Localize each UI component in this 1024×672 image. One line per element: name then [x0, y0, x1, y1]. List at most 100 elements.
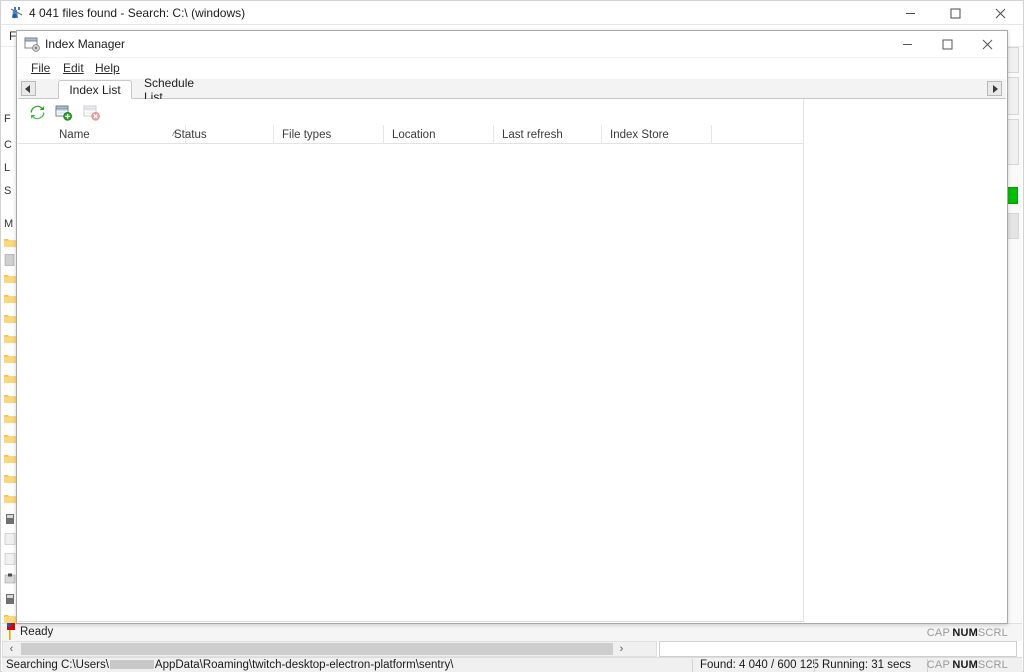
column-header-status[interactable]: Status [166, 125, 274, 144]
tab-schedule-list[interactable]: Schedule List [134, 76, 222, 104]
dialog-menu-help-label: Help [95, 61, 120, 75]
column-header-location[interactable]: Location [384, 125, 494, 144]
dialog-window-controls [887, 31, 1007, 58]
folder-icon [4, 313, 16, 325]
column-header-filler[interactable] [712, 125, 804, 144]
dialog-menu-file[interactable]: File [31, 61, 50, 75]
refresh-icon [30, 105, 44, 119]
column-fragment-s: S [4, 185, 12, 197]
redacted-username [109, 660, 154, 669]
application-root: 4 041 files found - Search: C:\ (windows… [0, 0, 1024, 672]
tab-index-list[interactable]: Index List [58, 80, 132, 99]
horizontal-scrollbar[interactable]: ‹ › [2, 641, 657, 657]
dialog-close-button[interactable] [967, 31, 1007, 58]
column-header-last-refresh-label: Last refresh [502, 128, 563, 141]
status-num-indicator: NUM [952, 627, 978, 639]
folder-icon [4, 433, 16, 445]
column-header-status-label: Status [174, 128, 207, 141]
maximize-icon [942, 39, 952, 50]
column-header-file-types[interactable]: File types [274, 125, 384, 144]
minimize-button[interactable] [888, 1, 933, 25]
tab-index-list-label: Index List [69, 82, 121, 97]
searching-path-prefix: Searching C:\Users\ [6, 659, 109, 671]
dialog-menu-edit[interactable]: Edit [63, 61, 84, 75]
background-status-line: Ready CAP NUM SCRL [2, 623, 1022, 641]
folder-icon [4, 373, 16, 385]
delete-index-button[interactable] [80, 101, 102, 123]
bottom-num-indicator: NUM [952, 659, 978, 671]
dialog-menu-file-label: File [31, 61, 51, 75]
close-icon [995, 8, 1006, 18]
minimize-icon [906, 12, 915, 14]
folder-icon [4, 393, 16, 405]
found-count-label: Found: 4 040 / 600 125 [700, 659, 819, 671]
blank-document-icon [4, 553, 16, 565]
add-index-icon [55, 105, 72, 121]
chevron-right-icon [993, 84, 998, 93]
folder-icon [4, 413, 16, 425]
column-header-last-refresh[interactable]: Last refresh [494, 125, 602, 144]
archive-icon [4, 573, 16, 585]
searching-path-label: Searching C:\Users\ AppData\Roaming\twitc… [6, 659, 453, 671]
scroll-left-arrow-icon[interactable]: ‹ [3, 642, 20, 656]
index-manager-dialog: Index Manager File Edit Help Index List … [16, 30, 1008, 624]
application-icon [4, 513, 16, 525]
close-button[interactable] [978, 1, 1023, 25]
scrollbar-thumb[interactable] [21, 643, 613, 655]
document-icon [4, 254, 16, 266]
refresh-index-button[interactable] [26, 101, 48, 123]
scroll-right-arrow-icon[interactable]: › [613, 642, 630, 656]
folder-icon [4, 293, 16, 305]
maximize-icon [950, 8, 961, 18]
dialog-maximize-button[interactable] [927, 31, 967, 58]
dialog-menu-edit-label: Edit [63, 61, 84, 75]
minimize-icon [902, 44, 912, 45]
index-manager-icon [24, 36, 40, 52]
folder-icon [4, 273, 16, 285]
background-window-title: 4 041 files found - Search: C:\ (windows… [29, 6, 246, 20]
folder-icon [4, 453, 16, 465]
column-header-name-label: Name [59, 128, 90, 141]
folder-icon [4, 473, 16, 485]
background-window-titlebar[interactable]: 4 041 files found - Search: C:\ (windows… [1, 1, 1023, 25]
status-scrl-indicator: SCRL [977, 627, 1008, 639]
dialog-minimize-button[interactable] [887, 31, 927, 58]
dialog-title: Index Manager [45, 37, 126, 51]
tab-scroll-left-button[interactable] [21, 81, 36, 96]
delete-index-icon [83, 105, 100, 121]
column-fragment-l: L [4, 162, 11, 174]
dialog-titlebar[interactable]: Index Manager [17, 31, 1007, 58]
background-window-controls [888, 1, 1023, 25]
status-text-field[interactable] [659, 641, 1017, 657]
dialog-tabstrip: Index List Schedule List [18, 76, 1006, 104]
dialog-menu-help[interactable]: Help [95, 61, 120, 75]
blank-document-icon [4, 533, 16, 545]
chevron-left-icon [25, 84, 30, 93]
bottom-scrl-indicator: SCRL [977, 659, 1008, 671]
background-bottom-bar: Searching C:\Users\ AppData\Roaming\twitc… [2, 657, 1022, 672]
column-fragment-c: C [4, 139, 12, 151]
column-header-file-types-label: File types [282, 128, 332, 141]
status-ready-label: Ready [20, 626, 54, 638]
searching-path-suffix: AppData\Roaming\twitch-desktop-electron-… [154, 659, 454, 671]
binoculars-icon [9, 5, 25, 21]
bottom-cap-indicator: CAP [926, 659, 950, 671]
add-index-button[interactable] [52, 101, 74, 123]
folder-icon [4, 493, 16, 505]
column-fragment-f: F [4, 113, 11, 125]
column-header-index-store-label: Index Store [610, 128, 669, 141]
folder-icon [4, 333, 16, 345]
column-header-location-label: Location [392, 128, 436, 141]
running-time-label: Running: 31 secs [822, 659, 911, 671]
tab-scroll-right-button[interactable] [987, 81, 1002, 96]
folder-icon [4, 237, 16, 249]
spacer-icon [4, 592, 16, 604]
maximize-button[interactable] [933, 1, 978, 25]
index-list-body[interactable] [18, 144, 804, 622]
column-fragment-m: M [4, 218, 14, 230]
close-icon [982, 39, 992, 50]
column-header-index-store[interactable]: Index Store [602, 125, 712, 144]
dialog-detail-pane[interactable] [803, 99, 1006, 622]
status-cap-indicator: CAP [926, 627, 950, 639]
folder-icon [4, 353, 16, 365]
